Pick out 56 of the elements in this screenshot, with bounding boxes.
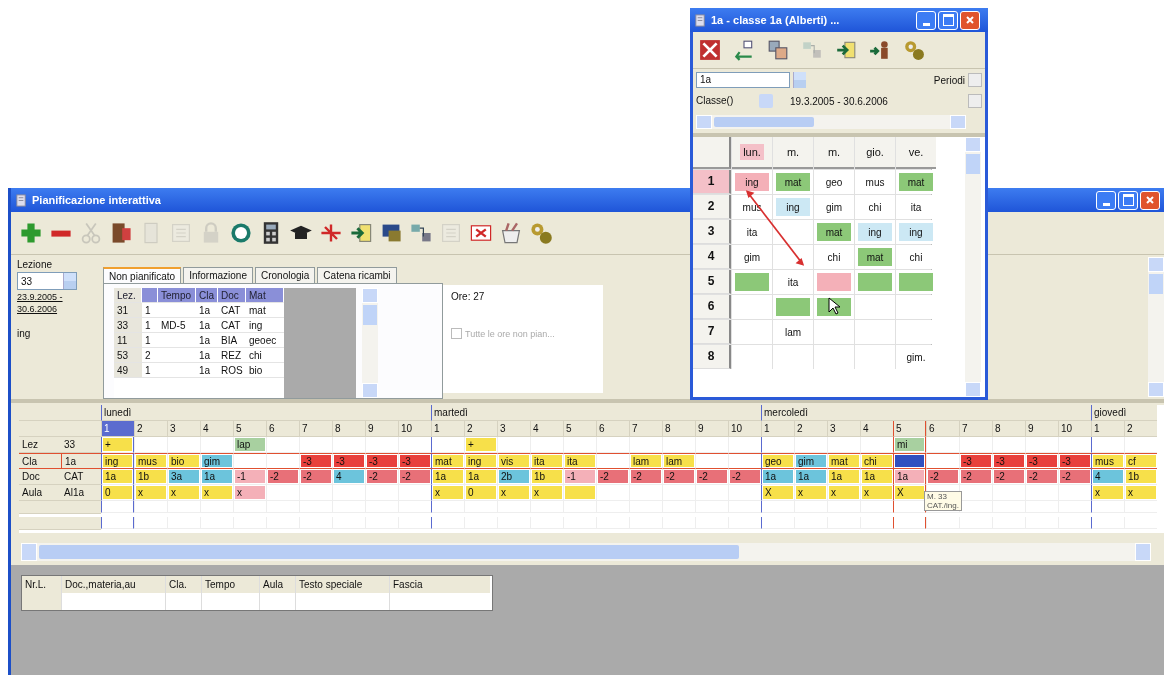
column-header: Tempo — [202, 576, 260, 593]
column-header: Cla. — [166, 576, 202, 593]
cell-tooltip: M. 33 CAT./ing. — [924, 491, 962, 511]
day-header: lunedì — [101, 405, 431, 421]
day-header: mercoledì — [761, 405, 1091, 421]
lesson-label: Lezione — [17, 259, 54, 270]
table-cell: 1a — [196, 303, 218, 318]
table-cell: 31 — [114, 303, 142, 318]
window-title: Pianificazione interattiva — [32, 194, 161, 206]
row-label: Lez — [19, 437, 61, 453]
column-header: Tempo — [158, 288, 196, 303]
table-cell: 1a — [196, 318, 218, 333]
table-cell: 2 — [142, 348, 158, 363]
table-cell: ROS — [218, 363, 246, 378]
table-cell: 1a — [196, 363, 218, 378]
table-cell: 1a — [196, 333, 218, 348]
row-value: 33 — [61, 437, 101, 453]
row-value: Al1a — [61, 485, 101, 501]
day-header: martedì — [431, 405, 761, 421]
table-cell: MD-5 — [158, 318, 196, 333]
column-header: Lez. — [114, 288, 142, 303]
hours-label: Ore: 27 — [451, 291, 486, 302]
day-header: giovedì — [1091, 405, 1157, 421]
date-to: 30.6.2006 — [17, 304, 59, 314]
column-header: Nr.L. — [22, 576, 62, 593]
window-title: 1a - classe 1a (Alberti) ... — [711, 14, 840, 26]
table-cell: 1 — [142, 318, 158, 333]
row-label: Aula — [19, 485, 61, 501]
table-cell: 49 — [114, 363, 142, 378]
table-cell: 1 — [142, 363, 158, 378]
periods-label: Periodi — [933, 74, 965, 86]
date-range: 19.3.2005 - 30.6.2006 — [790, 95, 888, 107]
date-from: 23.9.2005 - — [17, 292, 64, 302]
table-cell: CAT — [218, 303, 246, 318]
row-label: Doc — [19, 469, 61, 485]
row-value: CAT — [61, 469, 101, 485]
column-header: Doc.,materia,au — [62, 576, 166, 593]
column-header: Aula — [260, 576, 296, 593]
table-cell: CAT — [218, 318, 246, 333]
table-cell: 53 — [114, 348, 142, 363]
checkbox-label: Tutte le ore non pian... — [465, 328, 555, 339]
row-label: Cla — [19, 453, 61, 469]
column-header: Doc — [218, 288, 246, 303]
column-header: Fascia — [390, 576, 490, 593]
table-cell: BIA — [218, 333, 246, 348]
row-value: 1a — [61, 453, 101, 469]
table-cell: 1 — [142, 303, 158, 318]
subject-label: ing — [17, 328, 32, 339]
table-cell: 1 — [142, 333, 158, 348]
column-header: Testo speciale — [296, 576, 390, 593]
column-header: Cla — [196, 288, 218, 303]
column-header: Mat — [246, 288, 284, 303]
table-cell: 33 — [114, 318, 142, 333]
table-cell: 1a — [196, 348, 218, 363]
table-cell: 11 — [114, 333, 142, 348]
table-cell: REZ — [218, 348, 246, 363]
